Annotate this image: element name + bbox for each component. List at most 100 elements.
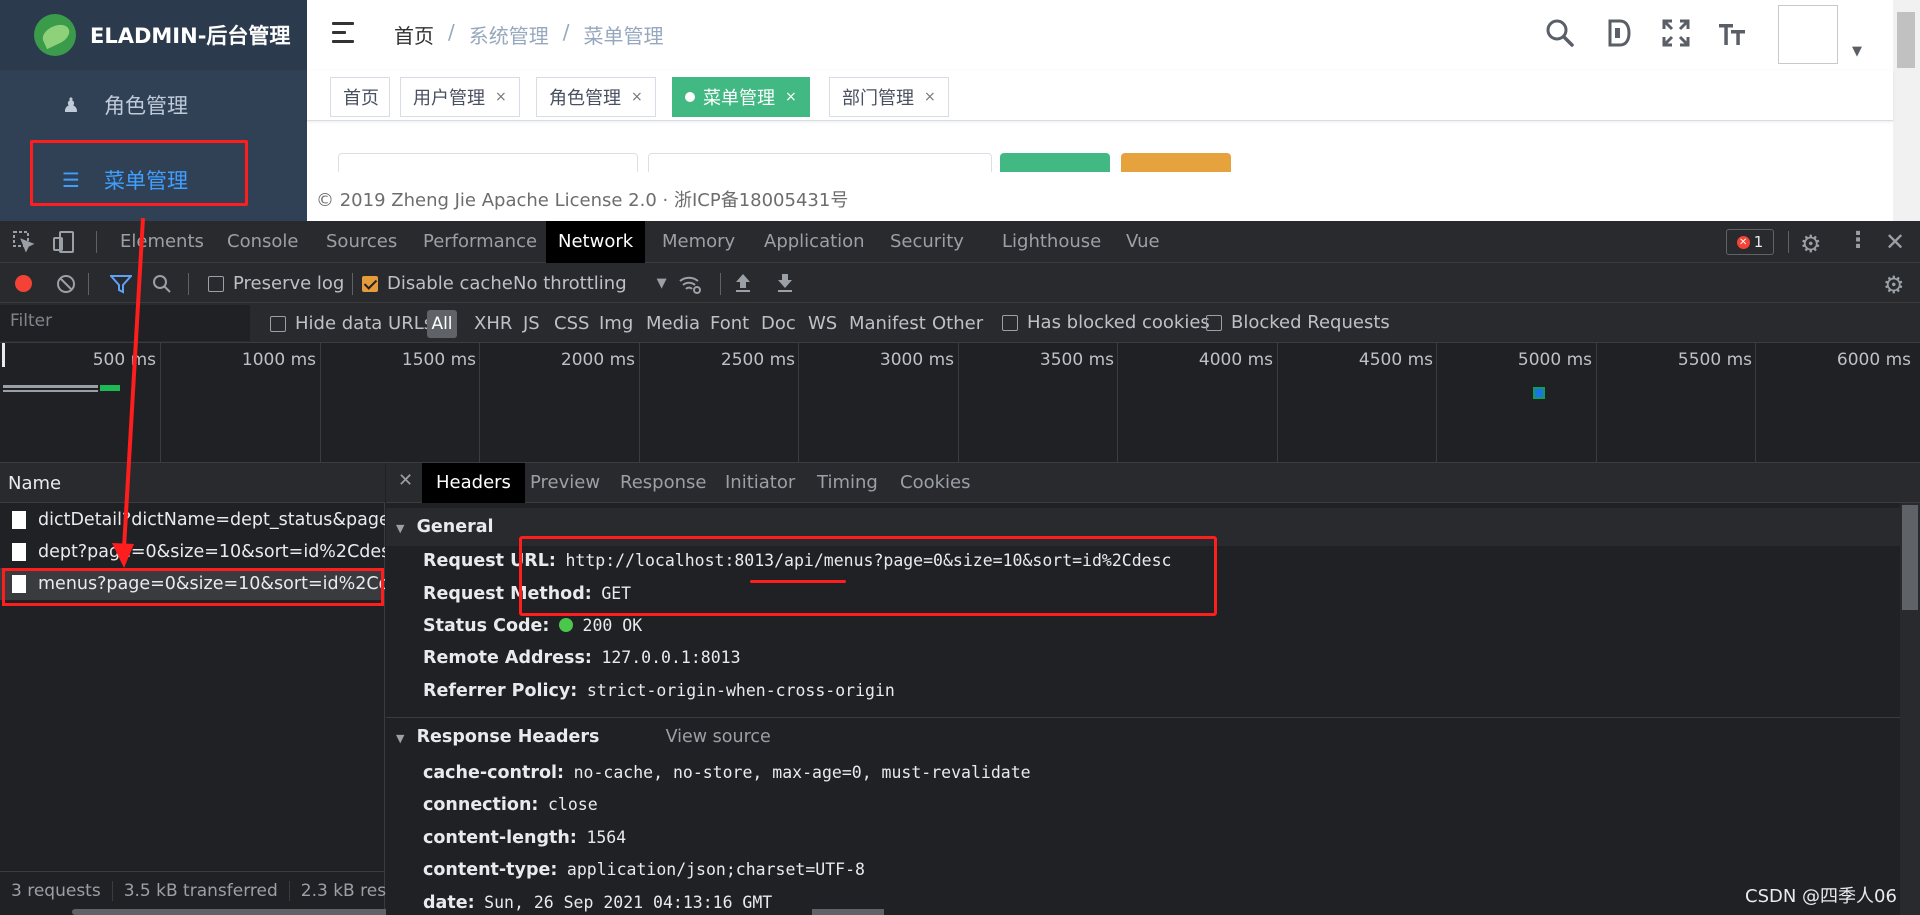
more-vertical-icon[interactable]: ⋮	[1847, 228, 1869, 253]
tag-user[interactable]: 用户管理 ×	[400, 77, 520, 117]
hamburger-icon[interactable]	[332, 20, 358, 46]
breadcrumb: 首页 / 系统管理 / 菜单管理	[394, 20, 664, 49]
disable-cache-checkbox[interactable]: Disable cache	[362, 273, 513, 294]
tab-application[interactable]: Application	[752, 221, 877, 263]
header-key: Status Code:	[423, 616, 550, 636]
throttling-select[interactable]: No throttling ▼	[513, 273, 667, 294]
blocked-requests-checkbox[interactable]: Blocked Requests	[1206, 312, 1390, 333]
request-row[interactable]: dictDetail?dictName=dept_status&page...	[0, 504, 385, 536]
network-conditions-icon[interactable]	[678, 273, 702, 299]
avatar[interactable]	[1778, 5, 1838, 64]
import-har-icon[interactable]	[734, 272, 752, 298]
tab-security[interactable]: Security	[878, 221, 976, 263]
filter-type-img[interactable]: Img	[599, 313, 633, 334]
sidebar-item-role[interactable]: ♟ 角色管理	[0, 70, 307, 140]
filter-type-doc[interactable]: Doc	[761, 313, 796, 334]
tag-menu[interactable]: 菜单管理 ×	[672, 77, 810, 117]
tab-elements[interactable]: Elements	[108, 221, 216, 263]
header-key: Remote Address:	[423, 648, 592, 668]
checkbox-checked[interactable]	[362, 275, 378, 292]
tag-home[interactable]: 首页	[330, 77, 390, 117]
filter-input[interactable]: Filter	[0, 305, 250, 341]
tab-lighthouse[interactable]: Lighthouse	[990, 221, 1113, 263]
view-source-link[interactable]: View source	[666, 727, 771, 747]
search-icon[interactable]	[1544, 18, 1576, 50]
filter-type-xhr[interactable]: XHR	[474, 313, 512, 334]
filter-type-media[interactable]: Media	[646, 313, 700, 334]
detail-horizontal-scrollbar-thumb[interactable]	[812, 909, 884, 915]
inspect-element-icon[interactable]	[12, 230, 36, 258]
filter-type-js[interactable]: JS	[523, 313, 540, 334]
export-har-icon[interactable]	[776, 272, 794, 298]
tab-preview[interactable]: Preview	[516, 463, 614, 503]
preserve-log-checkbox[interactable]: Preserve log	[208, 273, 344, 294]
filter-type-manifest[interactable]: Manifest	[849, 313, 926, 334]
checkbox[interactable]	[1206, 314, 1222, 331]
checkbox[interactable]	[270, 315, 286, 332]
filter-type-other[interactable]: Other	[932, 313, 983, 334]
has-blocked-cookies-checkbox[interactable]: Has blocked cookies	[1002, 312, 1210, 333]
document-icon[interactable]	[1603, 18, 1635, 50]
timeline-request-bar	[3, 390, 98, 392]
tag-dept[interactable]: 部门管理 ×	[829, 77, 949, 117]
logo[interactable]: ELADMIN-后台管理	[0, 0, 307, 70]
close-icon[interactable]: ×	[495, 89, 507, 105]
error-count: 1	[1753, 233, 1764, 251]
tag-role[interactable]: 角色管理 ×	[536, 77, 656, 117]
fullscreen-icon[interactable]	[1660, 18, 1692, 50]
caret-down-icon[interactable]: ▼	[1852, 44, 1862, 59]
close-devtools-icon[interactable]: ✕	[1885, 228, 1905, 256]
tag-label: 部门管理	[842, 88, 914, 109]
tab-initiator[interactable]: Initiator	[711, 463, 809, 503]
close-icon[interactable]: ×	[924, 89, 936, 105]
breadcrumb-current: 菜单管理	[583, 24, 664, 48]
font-size-icon[interactable]	[1716, 18, 1748, 50]
filter-type-ws[interactable]: WS	[808, 313, 837, 334]
record-icon[interactable]	[15, 275, 32, 292]
tab-timing[interactable]: Timing	[803, 463, 892, 503]
checkbox[interactable]	[208, 275, 224, 292]
filter-type-all[interactable]: All	[427, 310, 457, 338]
timeline-gridline	[1277, 343, 1278, 463]
header-row: date: Sun, 26 Sep 2021 04:13:16 GMT	[423, 893, 772, 913]
response-headers-section-header[interactable]: ▼ Response Headers View source	[386, 718, 1900, 756]
settings-gear-icon[interactable]: ⚙	[1800, 230, 1822, 258]
tab-network[interactable]: Network	[546, 221, 646, 263]
clear-icon[interactable]	[56, 274, 76, 298]
detail-scrollbar-thumb[interactable]	[1902, 505, 1918, 610]
hide-data-urls-label: Hide data URLs	[295, 313, 434, 334]
close-icon[interactable]: ×	[785, 89, 797, 105]
page-scrollbar-thumb[interactable]	[1897, 12, 1915, 68]
device-toolbar-icon[interactable]	[52, 230, 76, 258]
tab-cookies[interactable]: Cookies	[886, 463, 984, 503]
filter-type-font[interactable]: Font	[710, 313, 749, 334]
error-badge[interactable]: ✕ 1	[1726, 229, 1774, 255]
tab-console[interactable]: Console	[215, 221, 310, 263]
tag-label: 首页	[343, 88, 379, 109]
tab-response[interactable]: Response	[606, 463, 720, 503]
name-column-header[interactable]: Name	[0, 463, 385, 503]
tab-memory[interactable]: Memory	[650, 221, 747, 263]
has-blocked-cookies-label: Has blocked cookies	[1027, 312, 1210, 333]
tab-headers[interactable]: Headers	[422, 463, 525, 503]
request-row[interactable]: dept?page=0&size=10&sort=id%2Cdesc	[0, 536, 385, 568]
network-settings-gear-icon[interactable]: ⚙	[1883, 271, 1905, 299]
sidebar-item-label: 角色管理	[104, 94, 188, 118]
network-summary-bar: 3 requests 3.5 kB transferred 2.3 kB res…	[0, 871, 396, 909]
timeline-gridline	[639, 343, 640, 463]
tab-vue[interactable]: Vue	[1114, 221, 1172, 263]
close-icon[interactable]: ×	[631, 89, 643, 105]
hide-data-urls-checkbox[interactable]: Hide data URLs	[270, 313, 433, 334]
close-detail-icon[interactable]: ✕	[398, 470, 413, 491]
filter-icon[interactable]	[108, 274, 134, 298]
breadcrumb-system[interactable]: 系统管理	[469, 20, 549, 49]
search-icon[interactable]	[152, 274, 172, 298]
timeline-tick-label: 4000 ms	[1198, 350, 1273, 370]
disable-cache-label: Disable cache	[387, 273, 513, 294]
header-row-status-code: Status Code: 200 OK	[423, 616, 642, 636]
tab-sources[interactable]: Sources	[314, 221, 409, 263]
checkbox[interactable]	[1002, 314, 1018, 331]
filter-type-css[interactable]: CSS	[554, 313, 589, 334]
tab-performance[interactable]: Performance	[411, 221, 549, 263]
breadcrumb-home[interactable]: 首页	[394, 20, 434, 49]
